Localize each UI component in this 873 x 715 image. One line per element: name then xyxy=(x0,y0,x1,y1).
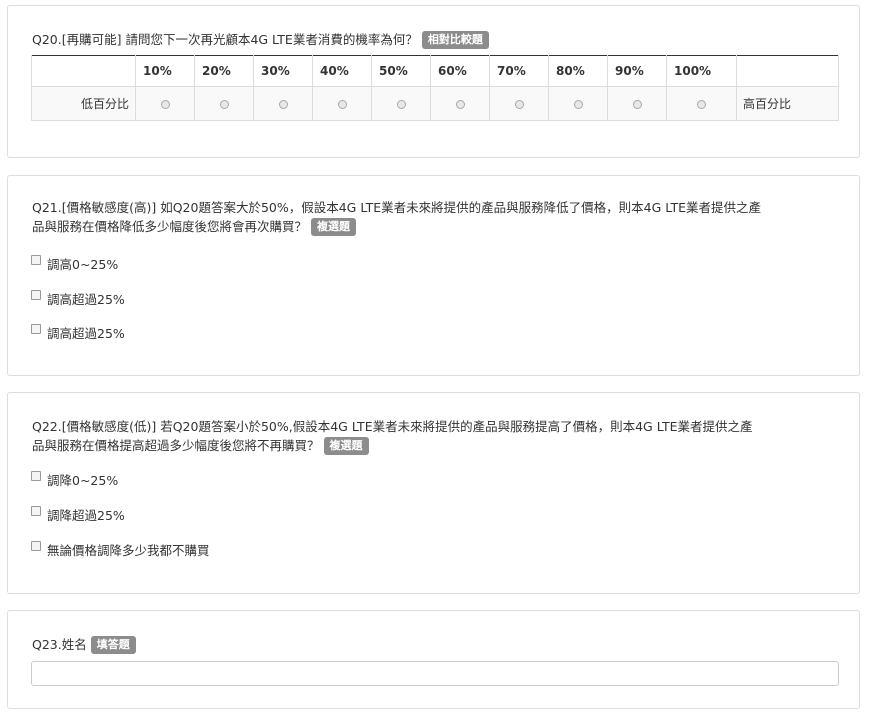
q21-title: Q21.[價格敏感度(高)] 如Q20題答案大於50%，假設本4G LTE業者未… xyxy=(32,198,761,236)
q21-title-line2: 品與服務在價格降低多少幅度後您將會再次購買？ xyxy=(32,219,308,234)
q22-option-3[interactable]: 無論價格調降多少我都不購買 xyxy=(31,540,210,559)
q22-option-3-label: 無論價格調降多少我都不購買 xyxy=(47,543,210,558)
scale-cell-90[interactable] xyxy=(607,86,667,121)
q22-title-line2-wrap: 品與服務在價格提高超過多少幅度後您將不再購買？ 複選題 xyxy=(32,436,752,455)
q22-title-line2: 品與服務在價格提高超過多少幅度後您將不再購買？ xyxy=(32,438,320,453)
scale-header-50: 50% xyxy=(371,55,431,87)
q22-title: Q22.[價格敏感度(低)] 若Q20題答案小於50%,假設本4G LTE業者未… xyxy=(32,417,752,455)
radio-40[interactable] xyxy=(337,99,347,109)
radio-80[interactable] xyxy=(573,99,583,109)
scale-cell-50[interactable] xyxy=(371,86,431,121)
q20-title: Q20.[再購可能] 請問您下一次再光顧本4G LTE業者消費的機率為何？ 相對比… xyxy=(32,30,489,49)
scale-cell-100[interactable] xyxy=(666,86,737,121)
scale-cell-30[interactable] xyxy=(253,86,313,121)
q22-option-1-label: 調降0~25% xyxy=(47,473,119,488)
q21-type-badge: 複選題 xyxy=(311,218,357,236)
radio-90[interactable] xyxy=(632,99,642,109)
q21-option-3-label: 調高超過25% xyxy=(47,326,125,341)
q22-checkbox-3[interactable] xyxy=(31,540,41,551)
q23-name-input[interactable] xyxy=(31,661,839,686)
q22-option-1[interactable]: 調降0~25% xyxy=(31,470,118,489)
scale-header-row: 10% 20% 30% 40% 50% 60% 70% 80% 90% 100% xyxy=(31,55,839,87)
scale-header-30: 30% xyxy=(253,55,313,87)
radio-10[interactable] xyxy=(160,99,170,109)
radio-50[interactable] xyxy=(396,99,406,109)
q22-checkbox-1[interactable] xyxy=(31,470,41,481)
scale-cell-80[interactable] xyxy=(548,86,608,121)
q22-type-badge: 複選題 xyxy=(323,437,369,455)
q21-checkbox-3[interactable] xyxy=(31,323,41,334)
radio-30[interactable] xyxy=(278,99,288,109)
question-panel-q23: Q23.姓名 填答題 xyxy=(7,610,860,709)
q21-checkbox-2[interactable] xyxy=(31,289,41,300)
q22-option-2-label: 調降超過25% xyxy=(47,508,125,523)
radio-60[interactable] xyxy=(455,99,465,109)
q20-scale-table: 10% 20% 30% 40% 50% 60% 70% 80% 90% 100%… xyxy=(31,55,839,121)
scale-low-label: 低百分比 xyxy=(31,86,136,121)
q21-option-2[interactable]: 調高超過25% xyxy=(31,289,125,308)
q20-title-text: Q20.[再購可能] 請問您下一次再光顧本4G LTE業者消費的機率為何？ xyxy=(32,32,418,47)
scale-header-60: 60% xyxy=(430,55,490,87)
q23-title: Q23.姓名 填答題 xyxy=(32,635,136,654)
question-panel-q20: Q20.[再購可能] 請問您下一次再光顧本4G LTE業者消費的機率為何？ 相對比… xyxy=(7,5,860,158)
scale-header-blank-right xyxy=(736,55,839,87)
question-panel-q21: Q21.[價格敏感度(高)] 如Q20題答案大於50%，假設本4G LTE業者未… xyxy=(7,175,860,376)
q21-option-1-label: 調高0~25% xyxy=(47,257,119,272)
radio-100[interactable] xyxy=(697,99,706,109)
q21-option-1[interactable]: 調高0~25% xyxy=(31,254,118,273)
scale-radio-row: 低百分比 高百分比 xyxy=(31,86,839,121)
scale-header-10: 10% xyxy=(135,55,195,87)
scale-cell-70[interactable] xyxy=(489,86,549,121)
radio-20[interactable] xyxy=(219,99,229,109)
q21-option-2-label: 調高超過25% xyxy=(47,292,125,307)
scale-header-100: 100% xyxy=(666,55,737,87)
scale-header-20: 20% xyxy=(194,55,254,87)
q21-option-3[interactable]: 調高超過25% xyxy=(31,323,125,342)
q22-checkbox-2[interactable] xyxy=(31,505,41,516)
q20-type-badge: 相對比較題 xyxy=(421,31,489,49)
q21-title-line1: Q21.[價格敏感度(高)] 如Q20題答案大於50%，假設本4G LTE業者未… xyxy=(32,200,762,215)
scale-header-40: 40% xyxy=(312,55,372,87)
scale-cell-10[interactable] xyxy=(135,86,195,121)
q23-title-text: Q23.姓名 xyxy=(32,637,87,652)
q22-option-2[interactable]: 調降超過25% xyxy=(31,505,125,524)
scale-header-70: 70% xyxy=(489,55,549,87)
scale-cell-20[interactable] xyxy=(194,86,254,121)
q22-title-line1: Q22.[價格敏感度(低)] 若Q20題答案小於50%,假設本4G LTE業者未… xyxy=(32,419,753,434)
scale-header-90: 90% xyxy=(607,55,667,87)
radio-70[interactable] xyxy=(514,99,524,109)
q23-type-badge: 填答題 xyxy=(90,636,136,654)
question-panel-q22: Q22.[價格敏感度(低)] 若Q20題答案小於50%,假設本4G LTE業者未… xyxy=(7,392,860,594)
scale-cell-60[interactable] xyxy=(430,86,490,121)
scale-header-80: 80% xyxy=(548,55,608,87)
q21-title-line2-wrap: 品與服務在價格降低多少幅度後您將會再次購買？ 複選題 xyxy=(32,217,761,236)
scale-cell-40[interactable] xyxy=(312,86,372,121)
scale-header-blank xyxy=(31,55,136,87)
scale-high-label: 高百分比 xyxy=(736,86,839,121)
q21-checkbox-1[interactable] xyxy=(31,254,41,265)
